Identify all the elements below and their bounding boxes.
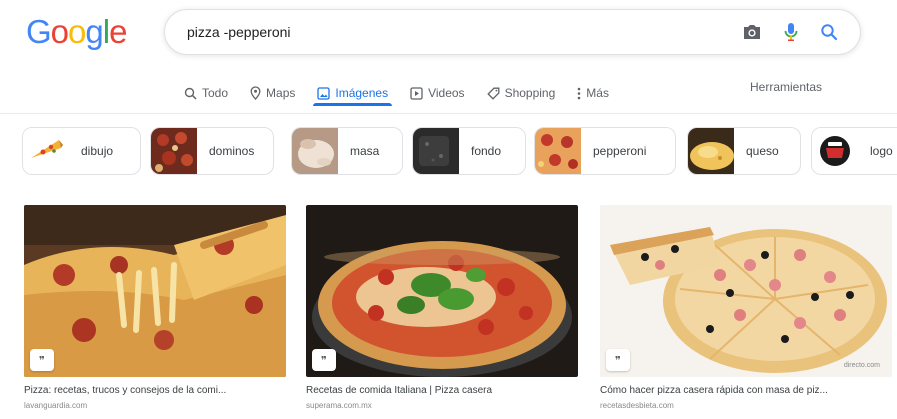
logo-letter: o [50, 13, 69, 50]
tab-label: Maps [266, 86, 296, 100]
result-image[interactable]: ❞ [306, 205, 578, 377]
tab-mas[interactable]: Más [577, 70, 609, 106]
chip-thumbnail [812, 128, 858, 174]
image-result[interactable]: ❞ directo.com Cómo hacer pizza casera rá… [600, 205, 892, 410]
chip-logo[interactable]: logo [811, 127, 897, 175]
chip-masa[interactable]: masa [291, 127, 403, 175]
chip-thumbnail [151, 128, 197, 174]
quote-badge: ❞ [312, 349, 336, 371]
search-box-actions [742, 10, 838, 54]
result-source[interactable]: superama.com.mx [306, 401, 578, 410]
video-icon [410, 86, 423, 100]
image-icon [317, 86, 331, 100]
tab-videos[interactable]: Videos [410, 70, 465, 106]
tab-label: Shopping [504, 86, 556, 100]
result-source[interactable]: recetasdesbieta.com [600, 401, 892, 410]
chip-label: pepperoni [593, 144, 647, 158]
result-source[interactable]: lavanguardia.com [24, 401, 286, 410]
logo-letter: g [85, 13, 103, 50]
tab-label: Todo [202, 86, 229, 100]
chip-label: dominos [209, 144, 255, 158]
chip-label: masa [350, 144, 380, 158]
chip-thumbnail [535, 128, 581, 174]
more-vert-icon [577, 87, 581, 100]
image-result[interactable]: ❞ Pizza: recetas, trucos y consejos de l… [24, 205, 286, 410]
chip-pepperoni[interactable]: pepperoni [534, 127, 676, 175]
tab-label: Videos [428, 86, 465, 100]
tab-imagenes[interactable]: Imágenes [313, 70, 392, 106]
chip-thumbnail [413, 128, 459, 174]
search-tabs: Todo Maps Imágenes Videos Shopping Más [184, 70, 631, 108]
tools-button[interactable]: Herramientas [750, 80, 822, 94]
mic-icon[interactable] [784, 22, 798, 42]
image-watermark: directo.com [843, 362, 880, 369]
result-image[interactable]: ❞ [24, 205, 286, 377]
google-logo[interactable]: G o o g l e [26, 12, 127, 52]
quote-badge: ❞ [30, 349, 54, 371]
search-icon [184, 87, 197, 100]
search-input[interactable] [187, 24, 707, 40]
chip-dominos[interactable]: dominos [150, 127, 274, 175]
header-divider [0, 113, 897, 114]
chip-thumbnail [688, 128, 734, 174]
search-icon[interactable] [820, 23, 838, 41]
tab-label: Más [586, 86, 609, 100]
quote-badge: ❞ [606, 349, 630, 371]
logo-letter: G [26, 13, 52, 50]
chip-label: logo [870, 144, 893, 158]
chip-label: dibujo [81, 144, 114, 158]
search-box[interactable] [164, 9, 861, 55]
tag-icon [486, 87, 500, 100]
tab-maps[interactable]: Maps [250, 70, 295, 106]
result-title[interactable]: Pizza: recetas, trucos y consejos de la … [24, 385, 286, 396]
chip-label: queso [746, 144, 779, 158]
tab-label: Imágenes [335, 86, 389, 100]
chip-thumbnail [292, 128, 338, 174]
map-pin-icon [250, 86, 261, 100]
chip-queso[interactable]: queso [687, 127, 801, 175]
image-result[interactable]: ❞ Recetas de comida Italiana | Pizza cas… [306, 205, 578, 410]
logo-letter: e [109, 13, 127, 50]
chip-fondo[interactable]: fondo [412, 127, 526, 175]
related-chips: dibujo dominos masa fondo pepperoni ques… [22, 127, 897, 175]
tab-shopping[interactable]: Shopping [486, 70, 556, 106]
chip-thumbnail [23, 128, 69, 174]
result-image[interactable]: ❞ directo.com [600, 205, 892, 377]
result-title[interactable]: Cómo hacer pizza casera rápida con masa … [600, 385, 892, 396]
result-title[interactable]: Recetas de comida Italiana | Pizza caser… [306, 385, 578, 396]
chip-dibujo[interactable]: dibujo [22, 127, 141, 175]
tab-todo[interactable]: Todo [184, 70, 228, 106]
logo-letter: o [68, 13, 86, 50]
chip-label: fondo [471, 144, 502, 158]
camera-icon[interactable] [742, 23, 762, 41]
